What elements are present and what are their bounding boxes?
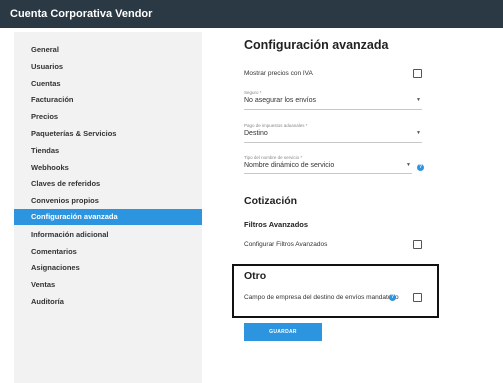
seguro-value: No asegurar los envíos [244,97,316,104]
caret-down-icon: ▼ [406,162,411,168]
main-content: Configuración avanzada Mostrar precios c… [202,28,503,383]
sidebar-item-tiendas[interactable]: Tiendas [14,143,202,159]
sidebar-item-webhooks[interactable]: Webhooks [14,160,202,176]
impuestos-value: Destino [244,130,268,137]
show-iva-checkbox[interactable] [413,69,422,78]
sidebar-item-usuarios[interactable]: Usuarios [14,59,202,75]
app-title: Cuenta Corporativa Vendor [10,8,153,20]
caret-down-icon: ▼ [416,97,421,103]
tipo-nombre-value: Nombre dinámico de servicio [244,162,335,169]
sidebar-item-general[interactable]: General [14,42,202,58]
filtros-avanzados-label: Configurar Filtros Avanzados [244,241,328,248]
sidebar-item-claves-referidos[interactable]: Claves de referidos [14,176,202,192]
cotizacion-title: Cotización [244,195,298,207]
sidebar-item-facturacion[interactable]: Facturación [14,92,202,108]
sidebar-item-precios[interactable]: Precios [14,109,202,125]
help-circle-icon[interactable]: ? [389,294,396,301]
sidebar-item-configuracion-avanzada[interactable]: Configuración avanzada [14,209,202,225]
sidebar-item-paqueterias[interactable]: Paqueterías & Servicios [14,126,202,142]
otro-title: Otro [244,270,267,282]
sidebar-item-auditoria[interactable]: Auditoría [14,294,202,310]
otro-empresa-checkbox[interactable] [413,293,422,302]
sidebar-item-informacion-adicional[interactable]: Información adicional [14,227,202,243]
top-bar: Cuenta Corporativa Vendor [0,0,503,28]
caret-down-icon: ▼ [416,130,421,136]
sidebar-item-asignaciones[interactable]: Asignaciones [14,260,202,276]
seguro-label: Seguro * [244,90,262,95]
sidebar-item-ventas[interactable]: Ventas [14,277,202,293]
help-circle-icon[interactable]: ? [417,164,424,171]
filtros-avanzados-checkbox[interactable] [413,240,422,249]
sidebar: General Usuarios Cuentas Facturación Pre… [14,32,202,383]
impuestos-label: Pago de impuestos aduanales * [244,123,308,128]
otro-empresa-label: Campo de empresa del destino de envíos m… [244,294,399,301]
tipo-nombre-select[interactable]: Tipo del nombre de servicio * Nombre din… [244,155,412,174]
tipo-nombre-label: Tipo del nombre de servicio * [244,155,303,160]
impuestos-select[interactable]: Pago de impuestos aduanales * Destino ▼ [244,123,422,143]
page-title: Configuración avanzada [244,38,389,52]
save-button[interactable]: GUARDAR [244,323,322,341]
show-iva-label: Mostrar precios con IVA [244,70,313,77]
filtros-avanzados-title: Filtros Avanzados [244,220,309,229]
seguro-select[interactable]: Seguro * No asegurar los envíos ▼ [244,90,422,110]
sidebar-item-cuentas[interactable]: Cuentas [14,76,202,92]
sidebar-item-comentarios[interactable]: Comentarios [14,244,202,260]
sidebar-item-convenios[interactable]: Convenios propios [14,193,202,209]
